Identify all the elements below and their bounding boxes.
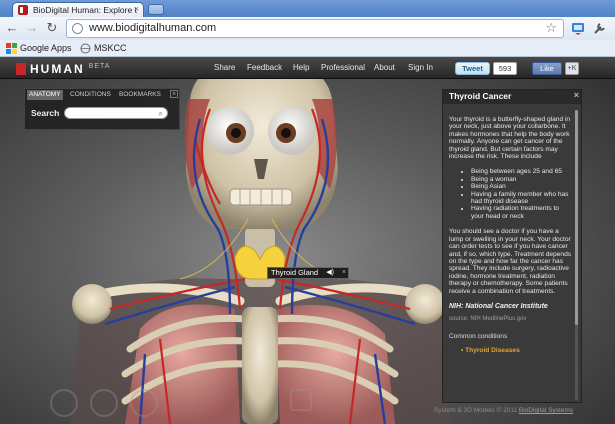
back-arrow-icon[interactable]: ← — [4, 20, 20, 36]
url-text: www.biodigitalhuman.com — [89, 22, 217, 34]
site-header: HUMAN BETA Share Feedback Help Profession… — [0, 57, 615, 79]
tab-title: BioDigital Human: Explore t — [33, 5, 137, 15]
search-label: Search — [31, 108, 60, 118]
nav-feedback[interactable]: Feedback — [247, 63, 282, 72]
source-text: source: NIH MedlinePlus.gov — [449, 316, 527, 323]
info-intro: Your thyroid is a butterfly-shaped gland… — [449, 116, 571, 161]
zoom-control[interactable] — [130, 389, 158, 417]
info-panel: Thyroid Cancer × Your thyroid is a butte… — [442, 89, 582, 403]
source-title[interactable]: NIH: National Cancer Institute — [449, 303, 573, 310]
like-button[interactable]: Like — [532, 62, 562, 75]
search-input[interactable]: ⌕ — [64, 107, 168, 119]
panel-collapse-icon[interactable]: × — [170, 90, 178, 98]
site-logo[interactable]: HUMAN BETA — [16, 61, 111, 76]
info-close-icon[interactable]: × — [574, 90, 579, 100]
tweet-label: Tweet — [462, 64, 483, 73]
google-apps-icon — [6, 43, 17, 54]
logo-mark-icon — [16, 63, 26, 75]
pan-control[interactable] — [90, 389, 118, 417]
info-scrollbar[interactable] — [575, 110, 578, 400]
extension-icon[interactable] — [571, 21, 586, 36]
tab-strip: BioDigital Human: Explore t × — [0, 0, 615, 17]
nav-about[interactable]: About — [374, 63, 395, 72]
list-item: Having a family member who has had thyro… — [471, 191, 573, 206]
list-item: Being Asian — [471, 183, 573, 190]
thyroid-diseases-link[interactable]: Thyroid Diseases — [461, 347, 573, 354]
list-item: Having radiation treatments to your head… — [471, 205, 573, 220]
like-label: Like — [540, 64, 554, 73]
info-body: Your thyroid is a butterfly-shaped gland… — [449, 116, 573, 355]
anatomy-3d-viewer[interactable] — [70, 79, 450, 424]
site-favicon-icon — [18, 5, 28, 15]
common-conditions-label: Common conditions — [449, 332, 508, 340]
list-item: Being between ages 25 and 65 — [471, 168, 573, 175]
bookmark-google-apps[interactable]: Google Apps — [6, 42, 72, 55]
wrench-icon[interactable] — [592, 21, 607, 36]
viewer-controls — [50, 389, 350, 419]
tab-anatomy[interactable]: ANATOMY — [27, 90, 63, 100]
new-tab-button[interactable] — [148, 4, 164, 15]
address-bar[interactable]: www.biodigitalhuman.com ☆ — [66, 19, 564, 38]
bookmark-star-icon[interactable]: ☆ — [545, 20, 557, 36]
biodigital-site: HUMAN BETA Share Feedback Help Profession… — [0, 57, 615, 424]
nav-professional[interactable]: Professional — [321, 63, 365, 72]
tooltip-close-icon[interactable]: × — [342, 268, 346, 278]
logo-text: HUMAN — [30, 62, 85, 76]
tab-bookmarks[interactable]: BOOKMARKS — [117, 90, 163, 100]
list-item: Being a woman — [471, 176, 573, 183]
info-title-text: Thyroid Cancer — [449, 91, 512, 101]
anatomy-panel: ANATOMY CONDITIONS BOOKMARKS × Search ⌕ — [24, 88, 180, 130]
bookmark-label: Google Apps — [20, 43, 72, 53]
browser-toolbar: ← → ↻ www.biodigitalhuman.com ☆ — [0, 17, 615, 40]
reload-icon[interactable]: ↻ — [44, 20, 60, 36]
bookmark-mskcc[interactable]: MSKCC — [80, 42, 127, 55]
share-plus-button[interactable]: +K — [565, 62, 579, 75]
thyroid-gland-label[interactable]: Thyroid Gland ◀) × — [267, 267, 349, 279]
nav-help[interactable]: Help — [293, 63, 309, 72]
forward-arrow-icon[interactable]: → — [24, 20, 40, 36]
bookmarks-bar: Google Apps MSKCC — [0, 40, 615, 57]
scrollbar-thumb[interactable] — [575, 110, 578, 325]
nav-sign-in[interactable]: Sign In — [408, 63, 433, 72]
footer-link[interactable]: BioDigital Systems — [519, 407, 573, 414]
nav-share[interactable]: Share — [214, 63, 235, 72]
camera-icon[interactable] — [290, 389, 312, 411]
beta-badge: BETA — [88, 63, 111, 70]
rotate-control[interactable] — [50, 389, 78, 417]
tooltip-text: Thyroid Gland — [271, 268, 319, 277]
panel-tabs: ANATOMY CONDITIONS BOOKMARKS × — [25, 89, 181, 100]
footer-text: System & 3D Models © 2011 — [434, 407, 518, 414]
page-globe-icon — [72, 23, 83, 34]
risk-factor-list: Being between ages 25 and 65 Being a wom… — [471, 168, 573, 220]
speaker-icon[interactable]: ◀) — [326, 268, 334, 278]
tab-conditions[interactable]: CONDITIONS — [68, 90, 113, 100]
tweet-count: 593 — [493, 62, 517, 75]
bookmark-label: MSKCC — [94, 43, 127, 53]
footer: System & 3D Models © 2011 BioDigital Sys… — [434, 407, 573, 414]
page-globe-icon — [80, 43, 91, 54]
tab-close-icon[interactable]: × — [134, 4, 139, 14]
info-treatment: You should see a doctor if you have a lu… — [449, 228, 572, 295]
browser-tab[interactable]: BioDigital Human: Explore t × — [12, 2, 144, 17]
search-icon[interactable]: ⌕ — [159, 109, 163, 118]
browser-window: BioDigital Human: Explore t × ← → ↻ www.… — [0, 0, 615, 424]
tweet-button[interactable]: Tweet — [455, 62, 490, 75]
info-title: Thyroid Cancer × — [443, 90, 581, 104]
